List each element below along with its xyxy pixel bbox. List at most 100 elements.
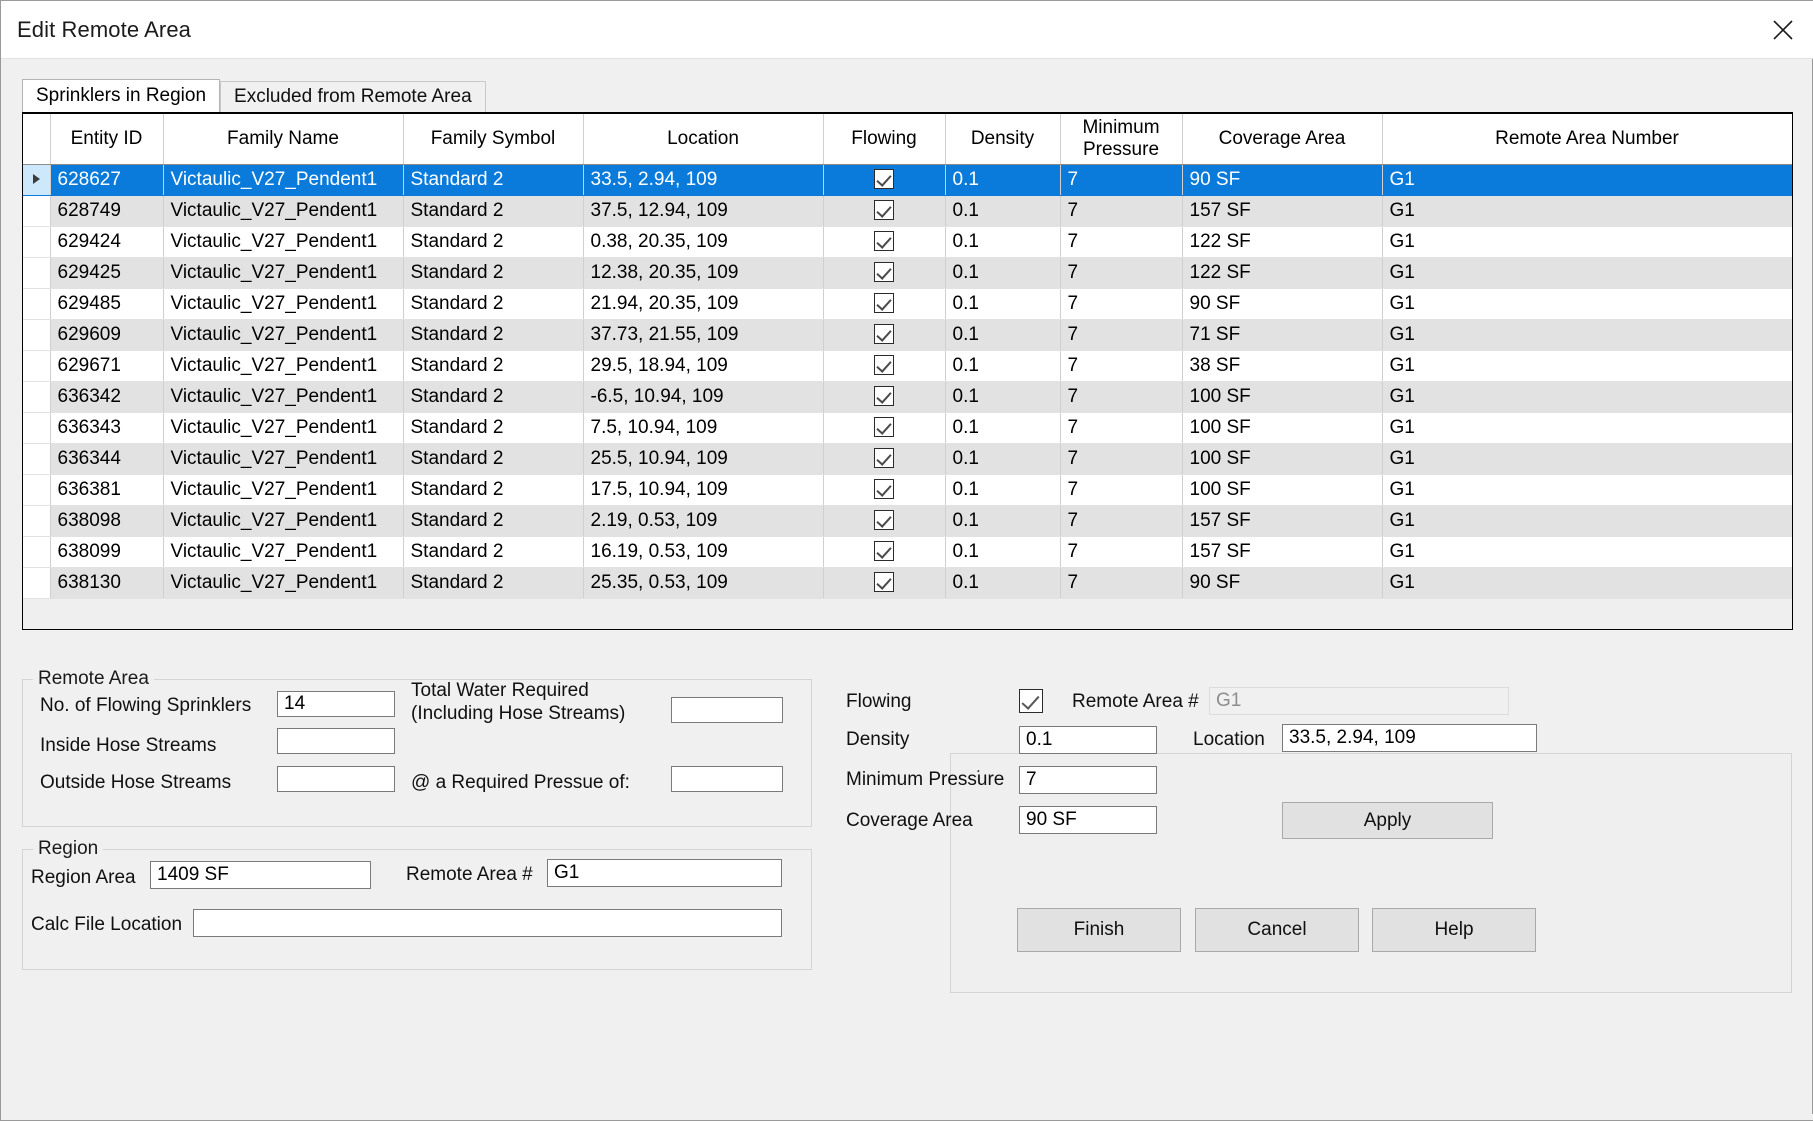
cell-family-name: Victaulic_V27_Pendent1: [163, 567, 404, 599]
flowing-checkbox-cell[interactable]: [874, 262, 894, 283]
column-header-coverage-area[interactable]: Coverage Area: [1182, 114, 1383, 165]
table-row[interactable]: 638098 Victaulic_V27_Pendent1 Standard 2 2.…: [23, 505, 1792, 537]
sprinklers-grid-container[interactable]: Entity ID Family Name Family Symbol Loca…: [22, 112, 1793, 630]
density-input[interactable]: 0.1: [1019, 726, 1157, 754]
row-selector-cell[interactable]: [23, 164, 51, 196]
column-header-entity-id[interactable]: Entity ID: [50, 114, 164, 165]
row-selector-cell[interactable]: [23, 226, 51, 258]
flowing-checkbox-cell[interactable]: [874, 231, 894, 252]
tab-excluded-from-remote-area[interactable]: Excluded from Remote Area: [220, 81, 486, 112]
cell-density: 0.1: [945, 474, 1061, 506]
tab-sprinklers-in-region[interactable]: Sprinklers in Region: [22, 79, 221, 112]
column-header-minimum-pressure[interactable]: Minimum Pressure: [1060, 114, 1183, 165]
cell-flowing[interactable]: [823, 226, 946, 258]
flowing-checkbox-cell[interactable]: [874, 386, 894, 407]
cell-entity-id: 629425: [50, 257, 164, 289]
coverage-area-input[interactable]: 90 SF: [1019, 806, 1157, 834]
table-row[interactable]: 636343 Victaulic_V27_Pendent1 Standard 2 7.…: [23, 412, 1792, 444]
row-selector-cell[interactable]: [23, 257, 51, 289]
cell-flowing[interactable]: [823, 443, 946, 475]
cell-flowing[interactable]: [823, 381, 946, 413]
cell-flowing[interactable]: [823, 505, 946, 537]
cell-density: 0.1: [945, 505, 1061, 537]
label-minimum-pressure: Minimum Pressure: [846, 769, 1005, 790]
label-inside-hose-streams: Inside Hose Streams: [40, 735, 217, 756]
minimum-pressure-input[interactable]: 7: [1019, 766, 1157, 794]
required-pressure-input[interactable]: [671, 766, 783, 792]
column-header-family-name[interactable]: Family Name: [163, 114, 404, 165]
cell-remote-area-number: G1: [1382, 319, 1792, 351]
table-row[interactable]: 629485 Victaulic_V27_Pendent1 Standard 2 21…: [23, 288, 1792, 320]
cell-flowing[interactable]: [823, 536, 946, 568]
row-selector-cell[interactable]: [23, 443, 51, 475]
table-row[interactable]: 629424 Victaulic_V27_Pendent1 Standard 2 0.…: [23, 226, 1792, 258]
flowing-checkbox-cell[interactable]: [874, 417, 894, 438]
row-selector-cell[interactable]: [23, 567, 51, 599]
panel-remote-area-number-input[interactable]: G1: [1209, 687, 1509, 715]
table-row[interactable]: 636381 Victaulic_V27_Pendent1 Standard 2 17…: [23, 474, 1792, 506]
flowing-checkbox-cell[interactable]: [874, 200, 894, 221]
cell-family-name: Victaulic_V27_Pendent1: [163, 164, 404, 196]
table-row[interactable]: 628749 Victaulic_V27_Pendent1 Standard 2 37…: [23, 195, 1792, 227]
table-row[interactable]: 629425 Victaulic_V27_Pendent1 Standard 2 12…: [23, 257, 1792, 289]
row-selector-cell[interactable]: [23, 505, 51, 537]
region-area-input[interactable]: 1409 SF: [150, 861, 371, 889]
flowing-checkbox-cell[interactable]: [874, 572, 894, 593]
flowing-checkbox-cell[interactable]: [874, 355, 894, 376]
calc-file-location-input[interactable]: [193, 909, 782, 937]
table-row[interactable]: 636344 Victaulic_V27_Pendent1 Standard 2 25…: [23, 443, 1792, 475]
table-row[interactable]: 629671 Victaulic_V27_Pendent1 Standard 2 29…: [23, 350, 1792, 382]
cell-flowing[interactable]: [823, 195, 946, 227]
cancel-button[interactable]: Cancel: [1195, 908, 1359, 952]
finish-button[interactable]: Finish: [1017, 908, 1181, 952]
cell-flowing[interactable]: [823, 257, 946, 289]
no-of-flowing-sprinklers-input[interactable]: 14: [277, 691, 395, 717]
flowing-checkbox-cell[interactable]: [874, 324, 894, 345]
label-location: Location: [1193, 729, 1265, 750]
cell-flowing[interactable]: [823, 288, 946, 320]
cell-flowing[interactable]: [823, 319, 946, 351]
flowing-checkbox-cell[interactable]: [874, 293, 894, 314]
flowing-checkbox-cell[interactable]: [874, 169, 894, 190]
row-selector-cell[interactable]: [23, 350, 51, 382]
flowing-checkbox-cell[interactable]: [874, 448, 894, 469]
row-selector-cell[interactable]: [23, 195, 51, 227]
row-selector-cell[interactable]: [23, 319, 51, 351]
flowing-checkbox-cell[interactable]: [874, 510, 894, 531]
outside-hose-streams-input[interactable]: [277, 766, 395, 792]
close-icon[interactable]: [1752, 1, 1813, 58]
cell-family-name: Victaulic_V27_Pendent1: [163, 350, 404, 382]
row-selector-cell[interactable]: [23, 288, 51, 320]
flowing-checkbox-cell[interactable]: [874, 541, 894, 562]
region-remote-area-number-input[interactable]: G1: [547, 859, 782, 887]
table-row[interactable]: 628627 Victaulic_V27_Pendent1 Standard 2 33…: [23, 164, 1792, 196]
inside-hose-streams-input[interactable]: [277, 728, 395, 754]
row-selector-cell[interactable]: [23, 536, 51, 568]
row-selector-cell[interactable]: [23, 381, 51, 413]
column-header-flowing[interactable]: Flowing: [823, 114, 946, 165]
flowing-checkbox-cell[interactable]: [874, 479, 894, 500]
table-row[interactable]: 638099 Victaulic_V27_Pendent1 Standard 2 16…: [23, 536, 1792, 568]
help-button[interactable]: Help: [1372, 908, 1536, 952]
row-selector-cell[interactable]: [23, 412, 51, 444]
cell-flowing[interactable]: [823, 474, 946, 506]
column-header-density[interactable]: Density: [945, 114, 1061, 165]
apply-button[interactable]: Apply: [1282, 802, 1493, 839]
table-row[interactable]: 638130 Victaulic_V27_Pendent1 Standard 2 25…: [23, 567, 1792, 599]
location-input[interactable]: 33.5, 2.94, 109: [1282, 724, 1537, 752]
cell-location: 37.5, 12.94, 109: [583, 195, 824, 227]
cell-flowing[interactable]: [823, 567, 946, 599]
cell-flowing[interactable]: [823, 412, 946, 444]
cell-remote-area-number: G1: [1382, 505, 1792, 537]
column-header-remote-area-number[interactable]: Remote Area Number: [1382, 114, 1792, 165]
row-selector-cell[interactable]: [23, 474, 51, 506]
column-header-family-symbol[interactable]: Family Symbol: [403, 114, 584, 165]
cell-flowing[interactable]: [823, 350, 946, 382]
cell-minimum-pressure: 7: [1060, 567, 1183, 599]
column-header-location[interactable]: Location: [583, 114, 824, 165]
total-water-required-input[interactable]: [671, 697, 783, 723]
table-row[interactable]: 636342 Victaulic_V27_Pendent1 Standard 2 -6…: [23, 381, 1792, 413]
flowing-checkbox[interactable]: [1019, 689, 1043, 713]
cell-flowing[interactable]: [823, 164, 946, 196]
table-row[interactable]: 629609 Victaulic_V27_Pendent1 Standard 2 37…: [23, 319, 1792, 351]
